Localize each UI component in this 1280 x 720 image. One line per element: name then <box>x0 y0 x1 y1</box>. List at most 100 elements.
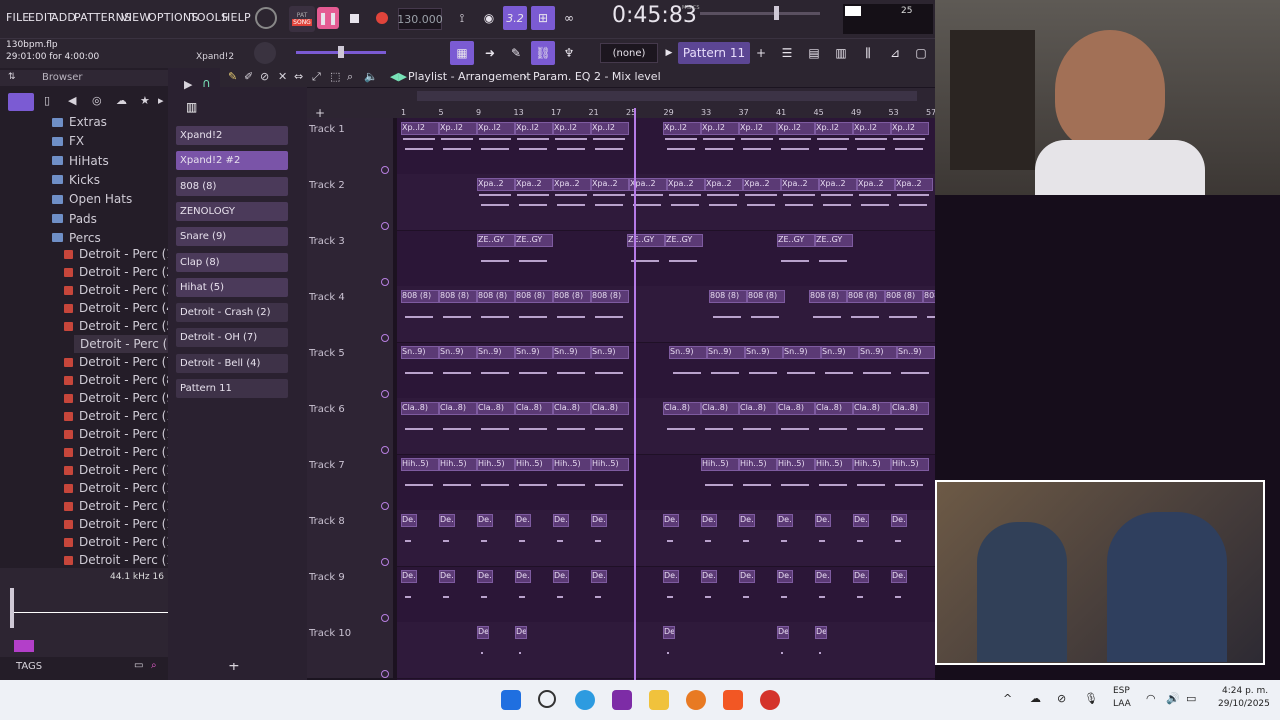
pattern-clip[interactable]: De.. <box>663 514 679 527</box>
pattern-clip[interactable]: De.. <box>477 626 489 639</box>
tempo-display[interactable]: 130.000 <box>397 8 443 30</box>
timeline-ruler[interactable]: + 1 5 9 13 17 21 25 29 33 37 41 45 49 53 57 <box>307 88 936 120</box>
wifi-icon[interactable]: ◠ <box>1146 692 1156 705</box>
metronome-tool-icon[interactable]: ♆ <box>558 42 580 64</box>
pattern-clip[interactable]: De.. <box>515 626 527 639</box>
pattern-clip[interactable]: De.. <box>553 514 569 527</box>
brave-icon[interactable] <box>723 690 743 710</box>
pattern-clip[interactable]: De.. <box>739 570 755 583</box>
pattern-item[interactable]: Pattern 11 <box>176 379 288 398</box>
pattern-clip[interactable]: Xp..l2 <box>477 122 515 135</box>
pattern-clip[interactable]: ZE..GY <box>777 234 815 247</box>
track-name[interactable]: Track 4 <box>309 292 345 303</box>
pattern-clip[interactable]: 808 (8) <box>515 290 553 303</box>
record-app-icon[interactable] <box>760 690 780 710</box>
pattern-clip[interactable]: 808 (8) <box>747 290 785 303</box>
pattern-clip[interactable]: Sn..9) <box>553 346 591 359</box>
playlist-track-row[interactable]: Cla..8) Cla..8) Cla..8) Cla..8) Cla..8) Cla..… <box>397 398 935 455</box>
folder-tag-icon[interactable]: ▭ <box>134 660 143 671</box>
pattern-prev-icon[interactable]: ▶ <box>663 44 675 62</box>
add-pattern-icon[interactable]: + <box>754 43 768 63</box>
browser-next-icon[interactable]: ▸ <box>158 94 164 107</box>
picker-mode-icon[interactable]: ▥ <box>186 100 197 114</box>
playlist-track-row[interactable]: Hih..5) Hih..5) Hih..5) Hih..5) Hih..5) Hih..… <box>397 454 935 511</box>
pattern-clip[interactable]: De.. <box>477 514 493 527</box>
browser-folder[interactable]: Open Hats <box>52 190 132 208</box>
pattern-clip[interactable]: Hih..5) <box>591 458 629 471</box>
pattern-clip[interactable]: Cla..8) <box>815 402 853 415</box>
playlist-track-row[interactable]: ZE..GY ZE..GY ZE..GY ZE..GY ZE..GY ZE..GY <box>397 230 935 287</box>
pattern-clip[interactable]: 808 (8) <box>847 290 885 303</box>
pattern-clip[interactable]: Sn..9) <box>897 346 935 359</box>
pattern-clip[interactable]: De.. <box>663 570 679 583</box>
pattern-clip[interactable]: Xpa..2 <box>705 178 743 191</box>
pattern-clip[interactable]: Sn..9) <box>821 346 859 359</box>
pattern-item[interactable]: Clap (8) <box>176 252 288 272</box>
pause-button[interactable]: ❚❚ <box>317 7 339 29</box>
pattern-clip[interactable]: Xp..l2 <box>701 122 739 135</box>
pencil-icon[interactable]: ✎ <box>228 70 237 83</box>
playlist-track-row[interactable]: 808 (8) 808 (8) 808 (8) 808 (8) 808 (8) 808 (… <box>397 286 935 343</box>
pattern-clip[interactable]: Xpa..2 <box>591 178 629 191</box>
pattern-clip[interactable]: Cla..8) <box>591 402 629 415</box>
pattern-clip[interactable]: Sn..9) <box>669 346 707 359</box>
browser-file[interactable]: Detroit - Perc (6) <box>74 335 180 353</box>
pattern-clip[interactable]: 808 (8) <box>477 290 515 303</box>
pattern-item[interactable]: Detroit - Bell (4) <box>176 353 288 373</box>
pattern-clip[interactable]: De.. <box>701 514 717 527</box>
browser-file[interactable]: Detroit - Perc (2) <box>64 263 179 281</box>
piano-roll-icon[interactable]: ▤ <box>803 42 825 64</box>
slip-icon[interactable]: ⇔ <box>294 70 303 83</box>
pattern-item[interactable]: Xpand!2 #2 <box>176 151 288 171</box>
browser-file[interactable]: Detroit - Perc (5) <box>64 317 179 335</box>
menu-view[interactable]: VIEW <box>121 11 150 24</box>
pattern-clip[interactable]: Xp..l2 <box>891 122 929 135</box>
menu-help[interactable]: HELP <box>222 11 251 24</box>
clock-date[interactable]: 29/10/2025 <box>1218 699 1270 709</box>
magnet-icon[interactable]: ∩ <box>202 76 211 90</box>
pattern-clip[interactable]: Cla..8) <box>739 402 777 415</box>
pattern-clip[interactable]: De.. <box>477 570 493 583</box>
pattern-clip[interactable]: De.. <box>515 514 531 527</box>
track-dot-icon[interactable] <box>381 446 389 454</box>
arrow-icon[interactable]: ➜ <box>480 42 500 64</box>
pattern-clip[interactable]: Hih..5) <box>515 458 553 471</box>
playlist-track-row[interactable]: De.. De.. De.. De.. De.. De.. De.. De.. De.. De..… <box>397 510 935 567</box>
browser-file[interactable]: Detroit - Perc (3) <box>64 281 179 299</box>
horizontal-scrollbar[interactable] <box>417 91 917 101</box>
browser-folder[interactable]: Kicks <box>52 171 100 189</box>
pattern-clip[interactable]: Cla..8) <box>777 402 815 415</box>
pattern-clip[interactable]: Xpa..2 <box>515 178 553 191</box>
pattern-clip[interactable]: Hih..5) <box>853 458 891 471</box>
channel-rack-icon[interactable]: ▥ <box>830 42 852 64</box>
edge-icon[interactable] <box>575 690 595 710</box>
pattern-clip[interactable]: 808 (8) <box>885 290 923 303</box>
pitch-slider[interactable] <box>296 46 386 58</box>
track-dot-icon[interactable] <box>381 390 389 398</box>
track-name[interactable]: Track 7 <box>309 460 345 471</box>
playlist-grid[interactable]: Xp..l2 Xp..l2 Xp..l2 Xp..l2 Xp..l2 Xp..l2 Xp..… <box>397 118 935 680</box>
beat-indicator[interactable]: 3.2 <box>503 6 527 30</box>
pattern-clip[interactable]: Xpa..2 <box>667 178 705 191</box>
browser-file[interactable]: Detroit - Perc (8) <box>64 371 179 389</box>
pattern-clip[interactable]: Xp..l2 <box>777 122 815 135</box>
track-name[interactable]: Track 8 <box>309 516 345 527</box>
microphone-icon[interactable]: 🎙 <box>1084 692 1098 705</box>
pattern-clip[interactable]: De.. <box>815 626 827 639</box>
link-icon[interactable]: ⛓ <box>531 41 555 65</box>
mute-icon[interactable]: ✕ <box>278 70 287 83</box>
fl-studio-icon[interactable] <box>686 690 706 710</box>
tray-cloud-icon[interactable]: ☁ <box>1030 692 1041 705</box>
pattern-clip[interactable]: Cla..8) <box>401 402 439 415</box>
track-dot-icon[interactable] <box>381 670 389 678</box>
sample-play-button[interactable] <box>14 640 34 652</box>
pattern-clip[interactable]: Sn..9) <box>707 346 745 359</box>
pattern-clip[interactable]: Hih..5) <box>477 458 515 471</box>
pattern-clip[interactable]: De.. <box>591 514 607 527</box>
track-name[interactable]: Track 3 <box>309 236 345 247</box>
track-dot-icon[interactable] <box>381 614 389 622</box>
pattern-clip[interactable]: De.. <box>891 514 907 527</box>
plugin-picker-icon[interactable]: ⊿ <box>884 42 906 64</box>
browser-folder[interactable]: Pads <box>52 210 97 228</box>
battery-icon[interactable]: ▭ <box>1186 692 1196 705</box>
